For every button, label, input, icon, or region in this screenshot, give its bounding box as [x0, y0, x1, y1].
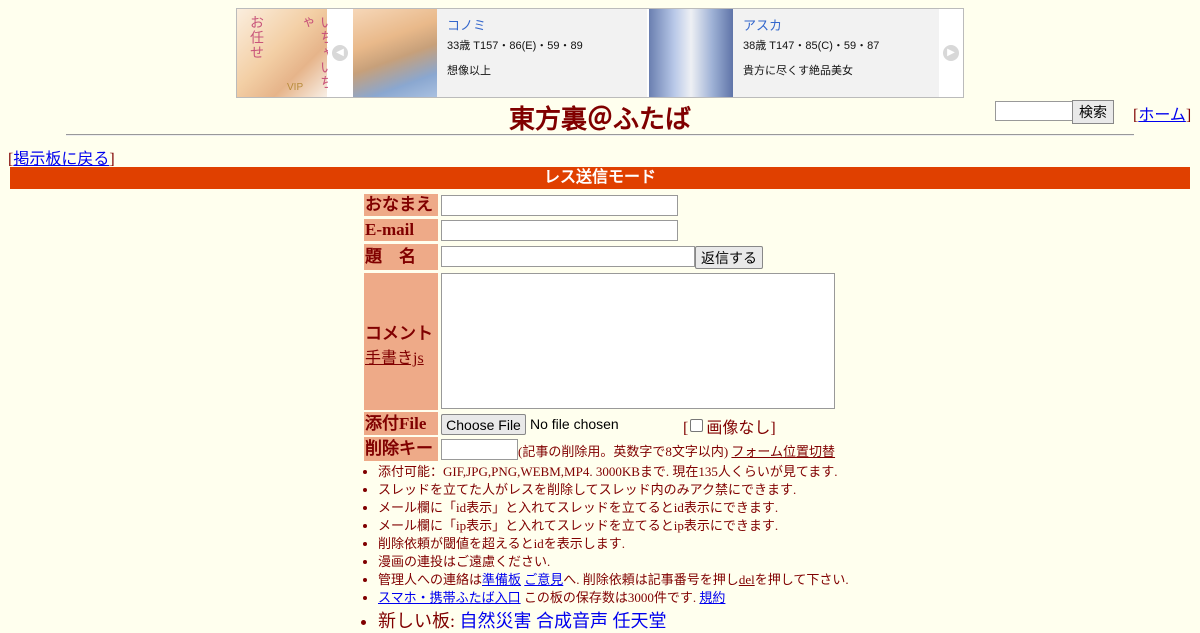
- card-spec: 38歳 T147・85(C)・59・87: [743, 40, 880, 52]
- home-nav: [ホーム]: [1133, 101, 1191, 125]
- card-catch: 想像以上: [447, 65, 491, 77]
- banner-card[interactable]: アスカ 38歳 T147・85(C)・59・87 貴方に尽くす絶品美女: [649, 9, 939, 97]
- card-photo: [649, 9, 733, 97]
- board-link[interactable]: 自然災害: [460, 611, 532, 631]
- banner-ad-text-2: お任せ: [248, 15, 263, 60]
- comment-textarea[interactable]: [441, 273, 835, 409]
- card-name[interactable]: アスカ: [743, 15, 933, 34]
- list-item: 管理人への連絡は準備板 ご意見へ. 削除依頼は記事番号を押しdelを押して下さい…: [378, 571, 849, 589]
- subject-field[interactable]: [441, 246, 695, 267]
- email-field[interactable]: [441, 220, 678, 241]
- list-item: 漫画の連投はご遠慮ください.: [378, 553, 849, 571]
- board-link[interactable]: 任天堂: [613, 611, 667, 631]
- card-photo: [353, 9, 437, 97]
- banner-ad-image[interactable]: いちゃいちゃ お任せ VIP: [237, 9, 333, 97]
- delete-key-label: 削除キー: [364, 437, 438, 461]
- list-item: 添付可能：GIF,JPG,PNG,WEBM,MP4. 3000KBまで. 現在1…: [378, 463, 849, 481]
- home-link[interactable]: ホーム: [1138, 107, 1186, 124]
- comment-label: コメント: [365, 324, 433, 343]
- banner-card[interactable]: コノミ 33歳 T157・86(E)・59・89 想像以上: [353, 9, 647, 97]
- feedback-link[interactable]: ご意見: [524, 572, 563, 587]
- no-image-checkbox[interactable]: [690, 419, 704, 432]
- del-link[interactable]: del: [739, 572, 755, 587]
- banner-ad-badge: VIP: [287, 82, 304, 93]
- choose-file-button[interactable]: Choose File: [441, 414, 526, 435]
- mobile-entrance-link[interactable]: スマホ・携帯ふたば入口: [378, 590, 521, 605]
- search-button[interactable]: 検索: [1072, 100, 1114, 124]
- banner-next-button[interactable]: ▶: [939, 9, 963, 97]
- list-item: スマホ・携帯ふたば入口 この板の保存数は3000件です. 規約: [378, 589, 849, 607]
- divider: [66, 134, 1134, 136]
- no-image-option[interactable]: [ 画像なし]: [683, 414, 776, 438]
- handwrite-link[interactable]: 手書きjs: [365, 350, 424, 367]
- bracket-close: ]: [1185, 107, 1192, 124]
- name-field[interactable]: [441, 195, 678, 216]
- banner-prev-button[interactable]: ◀: [328, 9, 352, 97]
- chevron-right-icon: ▶: [943, 45, 959, 61]
- card-spec: 33歳 T157・86(E)・59・89: [447, 40, 583, 52]
- board-link[interactable]: 合成音声: [536, 611, 608, 631]
- prep-board-link[interactable]: 準備板: [482, 572, 521, 587]
- list-item: メール欄に「ip表示」と入れてスレッドを立てるとip表示にできます.: [378, 517, 849, 535]
- comment-label-cell: コメント 手書きjs: [364, 273, 438, 410]
- bracket-open: [: [683, 420, 689, 437]
- delete-request-text: へ. 削除依頼は記事番号を押し: [563, 572, 739, 587]
- name-label: おなまえ: [364, 194, 438, 216]
- file-status: No file chosen: [530, 416, 619, 432]
- list-item: 削除依頼が閾値を超えるとidを表示します.: [378, 535, 849, 553]
- mode-banner: レス送信モード: [10, 167, 1190, 189]
- search-input[interactable]: [995, 101, 1075, 121]
- bracket-close: ]: [109, 151, 115, 168]
- card-name[interactable]: コノミ: [447, 15, 641, 34]
- form-position-link[interactable]: フォーム位置切替: [731, 444, 835, 459]
- card-catch: 貴方に尽くす絶品美女: [743, 65, 853, 77]
- back-nav: [掲示板に戻る]: [8, 145, 115, 169]
- file-label: 添付File: [364, 412, 438, 435]
- chevron-left-icon: ◀: [332, 45, 348, 61]
- delete-key-hint: (記事の削除用。英数字で8文字以内) フォーム位置切替: [518, 441, 835, 460]
- no-image-label: 画像なし]: [706, 420, 776, 437]
- new-boards-label: 新しい板:: [378, 611, 456, 631]
- delete-request-text-end: を押して下さい.: [754, 572, 849, 587]
- email-label: E-mail: [364, 219, 438, 241]
- submit-reply-button[interactable]: 返信する: [695, 246, 763, 269]
- rules-list: 添付可能：GIF,JPG,PNG,WEBM,MP4. 3000KBまで. 現在1…: [364, 463, 849, 633]
- subject-label: 題 名: [364, 244, 438, 270]
- back-to-board-link[interactable]: 掲示板に戻る: [13, 151, 109, 168]
- delete-key-field[interactable]: [441, 439, 518, 460]
- contact-text: 管理人への連絡は: [378, 572, 483, 587]
- list-item: 新しい板: 自然災害 合成音声 任天堂: [378, 609, 849, 633]
- list-item: メール欄に「id表示」と入れてスレッドを立てるとid表示にできます.: [378, 499, 849, 517]
- list-item: スレッドを立てた人がレスを削除してスレッド内のみアク禁にできます.: [378, 481, 849, 499]
- delete-key-hint-text: (記事の削除用。英数字で8文字以内): [518, 444, 729, 459]
- storage-text: この板の保存数は3000件です.: [523, 590, 697, 605]
- terms-link[interactable]: 規約: [699, 590, 725, 605]
- ad-banner[interactable]: いちゃいちゃ お任せ VIP ◀ コノミ 33歳 T157・86(E)・59・8…: [236, 8, 964, 98]
